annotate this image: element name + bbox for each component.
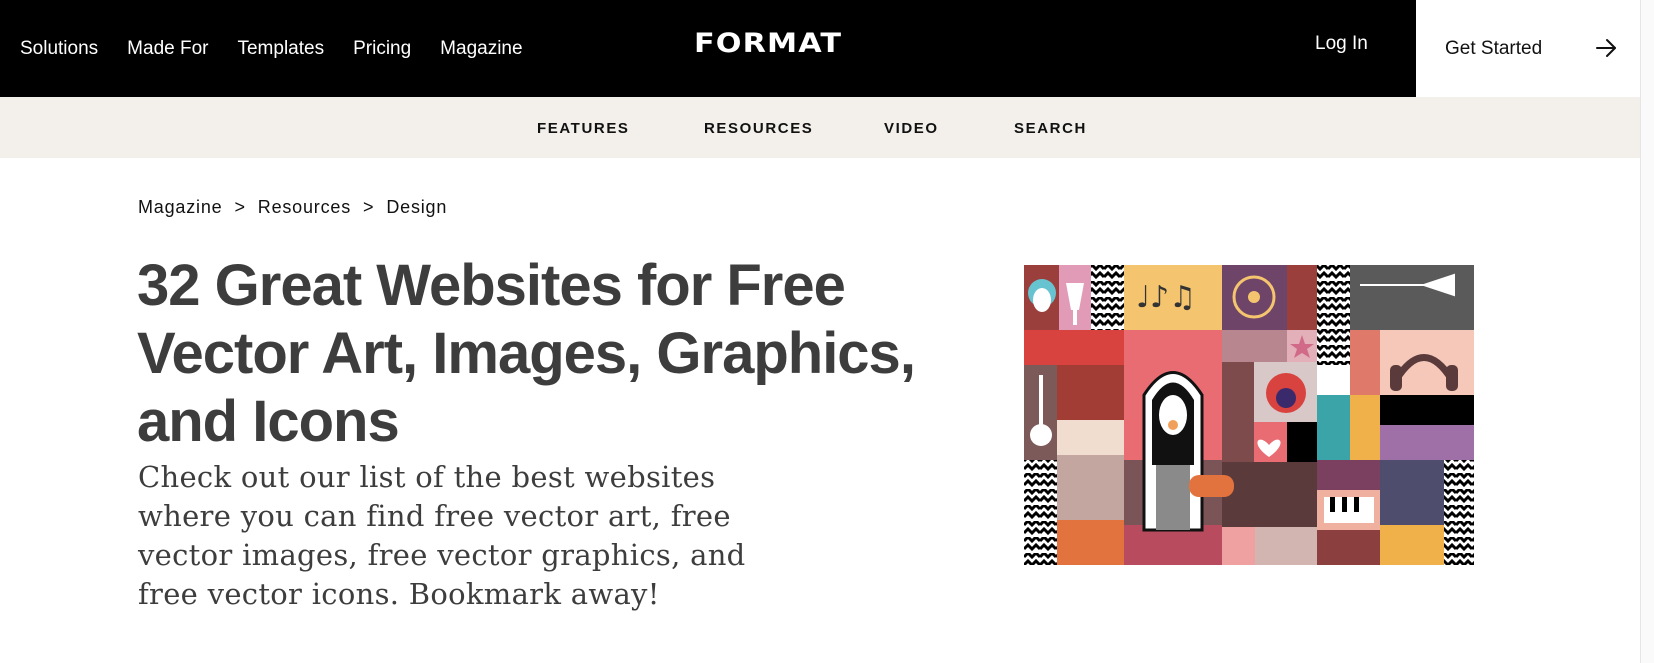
breadcrumb-design[interactable]: Design xyxy=(386,197,447,218)
hero-illustration: ♩♪♫ xyxy=(1024,265,1474,565)
top-navigation-bar: Solutions Made For Templates Pricing Mag… xyxy=(0,0,1640,97)
article-title: 32 Great Websites for Free Vector Art, I… xyxy=(137,253,916,454)
magazine-subnav: FEATURES RESOURCES VIDEO SEARCH xyxy=(0,97,1640,158)
scrollbar[interactable] xyxy=(1640,0,1654,663)
subnav-search[interactable]: SEARCH xyxy=(1014,120,1087,137)
arrow-right-icon xyxy=(1596,39,1616,57)
main-nav: Solutions Made For Templates Pricing Mag… xyxy=(20,0,523,97)
breadcrumb-separator: > xyxy=(363,197,375,217)
breadcrumb-magazine[interactable]: Magazine xyxy=(138,197,222,218)
get-started-label: Get Started xyxy=(1445,37,1543,59)
nav-made-for[interactable]: Made For xyxy=(127,38,208,60)
nav-templates[interactable]: Templates xyxy=(237,38,324,60)
svg-text:♩♪♫: ♩♪♫ xyxy=(1136,280,1196,315)
nav-pricing[interactable]: Pricing xyxy=(353,38,411,60)
breadcrumb: Magazine > Resources > Design xyxy=(138,197,447,218)
breadcrumb-resources[interactable]: Resources xyxy=(258,197,351,218)
nav-solutions[interactable]: Solutions xyxy=(20,38,98,60)
subnav-features[interactable]: FEATURES xyxy=(537,120,630,137)
format-logo[interactable]: FORMAT xyxy=(694,28,842,59)
get-started-button[interactable]: Get Started xyxy=(1416,0,1640,97)
breadcrumb-separator: > xyxy=(234,197,246,217)
login-link[interactable]: Log In xyxy=(1315,33,1368,55)
subnav-video[interactable]: VIDEO xyxy=(884,120,939,137)
article-intro: Check out our list of the best websites … xyxy=(138,460,746,611)
nav-magazine[interactable]: Magazine xyxy=(440,38,522,60)
subnav-resources[interactable]: RESOURCES xyxy=(704,120,813,137)
